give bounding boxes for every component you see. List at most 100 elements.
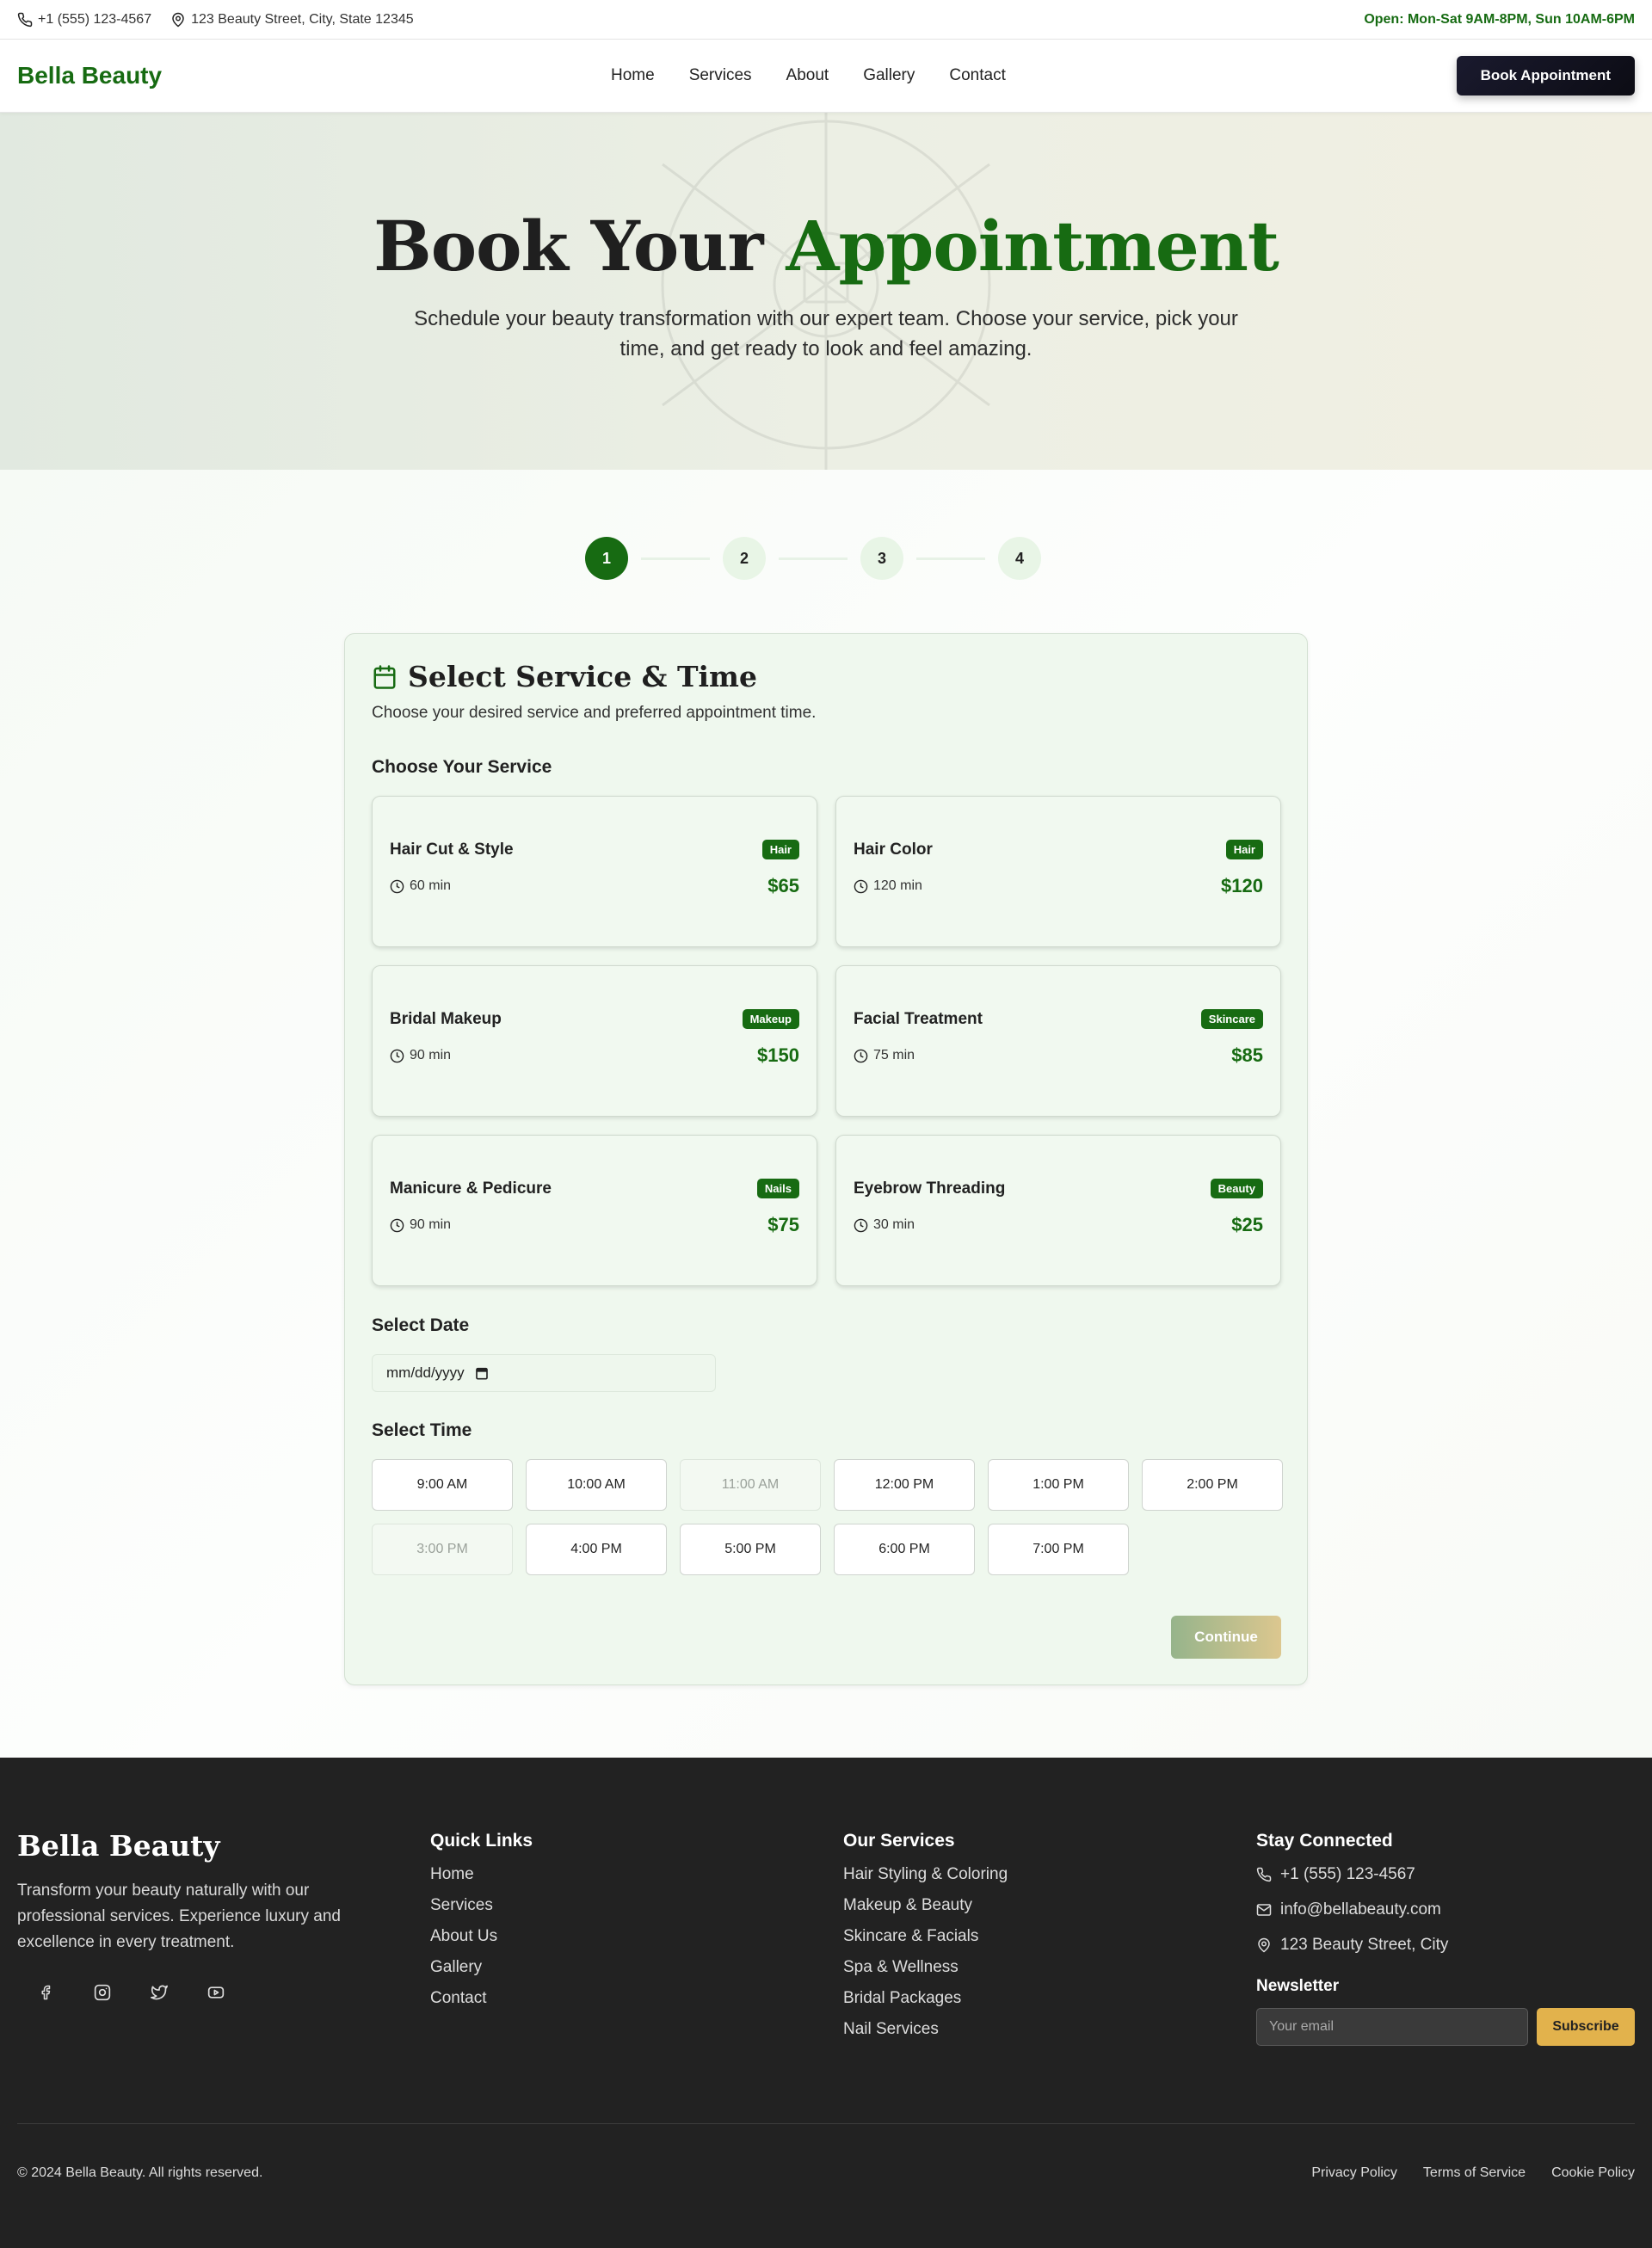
step-2: 2 <box>723 537 766 580</box>
footer-contact-list: +1 (555) 123-4567 info@bellabeauty.com 1… <box>1256 1865 1635 1955</box>
main-navigation: Bella Beauty Home Services About Gallery… <box>0 40 1652 113</box>
service-card-eyebrow-threading[interactable]: Eyebrow Threading Beauty 30 min $25 <box>835 1135 1281 1286</box>
youtube-icon[interactable] <box>200 1976 232 2009</box>
subscribe-button[interactable]: Subscribe <box>1537 2008 1635 2046</box>
footer-address: 123 Beauty Street, City <box>1256 1936 1635 1955</box>
service-card-details: 90 min $75 <box>390 1214 799 1236</box>
footer-connect: Stay Connected +1 (555) 123-4567 info@be… <box>1256 1831 1635 2046</box>
clock-icon <box>854 1049 868 1063</box>
footer-service-link[interactable]: Makeup & Beauty <box>843 1896 1008 1915</box>
hero-title: Book Your Appointment <box>373 206 1279 286</box>
footer-link-services[interactable]: Services <box>430 1896 533 1915</box>
footer-email[interactable]: info@bellabeauty.com <box>1256 1900 1635 1919</box>
time-slot-unavailable: 11:00 AM <box>680 1459 821 1511</box>
service-card-header: Hair Color Hair <box>854 840 1263 859</box>
hero-subtitle: Schedule your beauty transformation with… <box>414 306 1238 360</box>
newsletter-title: Newsletter <box>1256 1977 1340 1995</box>
map-pin-icon <box>170 12 186 28</box>
topbar-phone[interactable]: +1 (555) 123-4567 <box>17 12 151 28</box>
phone-icon <box>17 12 33 28</box>
quick-links-list: Home Services About Us Gallery Contact <box>430 1865 533 2008</box>
instagram-icon[interactable] <box>86 1976 119 2009</box>
time-slot[interactable]: 12:00 PM <box>834 1459 975 1511</box>
time-slot[interactable]: 1:00 PM <box>988 1459 1129 1511</box>
map-pin-icon <box>1256 1937 1272 1953</box>
time-slot[interactable]: 5:00 PM <box>680 1524 821 1575</box>
service-name: Eyebrow Threading <box>854 1179 1006 1198</box>
service-category-badge: Nails <box>756 1179 799 1198</box>
time-slot[interactable]: 7:00 PM <box>988 1524 1129 1575</box>
calendar-picker-icon[interactable] <box>475 1366 489 1380</box>
service-duration: 75 min <box>854 1048 915 1063</box>
our-services-title: Our Services <box>843 1831 955 1851</box>
footer-service-link[interactable]: Bridal Packages <box>843 1989 1008 2008</box>
hero-title-accent: Appointment <box>786 205 1279 286</box>
step-connector <box>916 557 985 560</box>
service-card-hair-cut-style[interactable]: Hair Cut & Style Hair 60 min $65 <box>372 796 817 947</box>
step-indicator: 1 2 3 4 <box>585 537 1041 580</box>
footer-address-text: 123 Beauty Street, City <box>1280 1936 1449 1954</box>
service-card-header: Bridal Makeup Makeup <box>390 1009 799 1029</box>
phone-icon <box>1256 1867 1272 1882</box>
facebook-icon[interactable] <box>29 1976 62 2009</box>
clock-icon <box>390 879 404 894</box>
service-duration: 90 min <box>390 1048 451 1063</box>
service-card-header: Manicure & Pedicure Nails <box>390 1179 799 1198</box>
footer-link-contact[interactable]: Contact <box>430 1989 533 2008</box>
footer-service-link[interactable]: Hair Styling & Coloring <box>843 1865 1008 1884</box>
footer-service-link[interactable]: Skincare & Facials <box>843 1927 1008 1946</box>
service-category-badge: Beauty <box>1210 1179 1263 1198</box>
step-1: 1 <box>585 537 628 580</box>
footer-link-home[interactable]: Home <box>430 1865 533 1884</box>
booking-card-subtitle: Choose your desired service and preferre… <box>372 704 817 722</box>
topbar-phone-text: +1 (555) 123-4567 <box>38 11 152 27</box>
nav-link-about[interactable]: About <box>786 66 829 85</box>
time-slot[interactable]: 10:00 AM <box>526 1459 667 1511</box>
service-category-badge: Skincare <box>1200 1009 1263 1029</box>
site-footer: Bella Beauty Transform your beauty natur… <box>0 1758 1652 2248</box>
service-card-details: 30 min $25 <box>854 1214 1263 1236</box>
service-price: $85 <box>1231 1044 1263 1066</box>
nav-link-services[interactable]: Services <box>689 66 752 85</box>
service-card-details: 60 min $65 <box>390 875 799 897</box>
service-price: $25 <box>1231 1214 1263 1235</box>
service-duration-text: 90 min <box>410 1217 452 1232</box>
nav-link-home[interactable]: Home <box>611 66 655 85</box>
footer-link-gallery[interactable]: Gallery <box>430 1958 533 1977</box>
twitter-icon[interactable] <box>143 1976 176 2009</box>
footer-service-link[interactable]: Spa & Wellness <box>843 1958 1008 1977</box>
footer-phone[interactable]: +1 (555) 123-4567 <box>1256 1865 1635 1884</box>
terms-of-service-link[interactable]: Terms of Service <box>1423 2165 1526 2181</box>
cookie-policy-link[interactable]: Cookie Policy <box>1551 2165 1635 2181</box>
service-card-facial-treatment[interactable]: Facial Treatment Skincare 75 min $85 <box>835 965 1281 1117</box>
book-appointment-button[interactable]: Book Appointment <box>1456 56 1635 95</box>
continue-button[interactable]: Continue <box>1171 1616 1281 1659</box>
time-slot[interactable]: 2:00 PM <box>1142 1459 1283 1511</box>
service-name: Manicure & Pedicure <box>390 1179 552 1198</box>
service-card-details: 75 min $85 <box>854 1044 1263 1067</box>
service-duration-text: 30 min <box>873 1217 915 1232</box>
footer-service-link[interactable]: Nail Services <box>843 2020 1008 2039</box>
step-3: 3 <box>860 537 903 580</box>
time-slot[interactable]: 9:00 AM <box>372 1459 513 1511</box>
service-price: $150 <box>757 1044 799 1066</box>
footer-link-about-us[interactable]: About Us <box>430 1927 533 1946</box>
service-card-hair-color[interactable]: Hair Color Hair 120 min $120 <box>835 796 1281 947</box>
nav-link-gallery[interactable]: Gallery <box>863 66 915 85</box>
service-card-bridal-makeup[interactable]: Bridal Makeup Makeup 90 min $150 <box>372 965 817 1117</box>
nav-link-contact[interactable]: Contact <box>949 66 1005 85</box>
time-slot[interactable]: 6:00 PM <box>834 1524 975 1575</box>
service-duration: 90 min <box>390 1217 451 1233</box>
clock-icon <box>390 1218 404 1233</box>
step-4: 4 <box>998 537 1041 580</box>
service-card-header: Eyebrow Threading Beauty <box>854 1179 1263 1198</box>
brand-logo[interactable]: Bella Beauty <box>17 62 162 89</box>
newsletter-email-input[interactable]: Your email <box>1256 2008 1528 2046</box>
service-duration: 120 min <box>854 878 922 894</box>
service-card-manicure-pedicure[interactable]: Manicure & Pedicure Nails 90 min $75 <box>372 1135 817 1286</box>
date-input[interactable]: mm/dd/yyyy <box>372 1354 716 1392</box>
service-name: Bridal Makeup <box>390 1009 502 1028</box>
time-slot[interactable]: 4:00 PM <box>526 1524 667 1575</box>
privacy-policy-link[interactable]: Privacy Policy <box>1311 2165 1397 2181</box>
mail-icon <box>1256 1902 1272 1918</box>
